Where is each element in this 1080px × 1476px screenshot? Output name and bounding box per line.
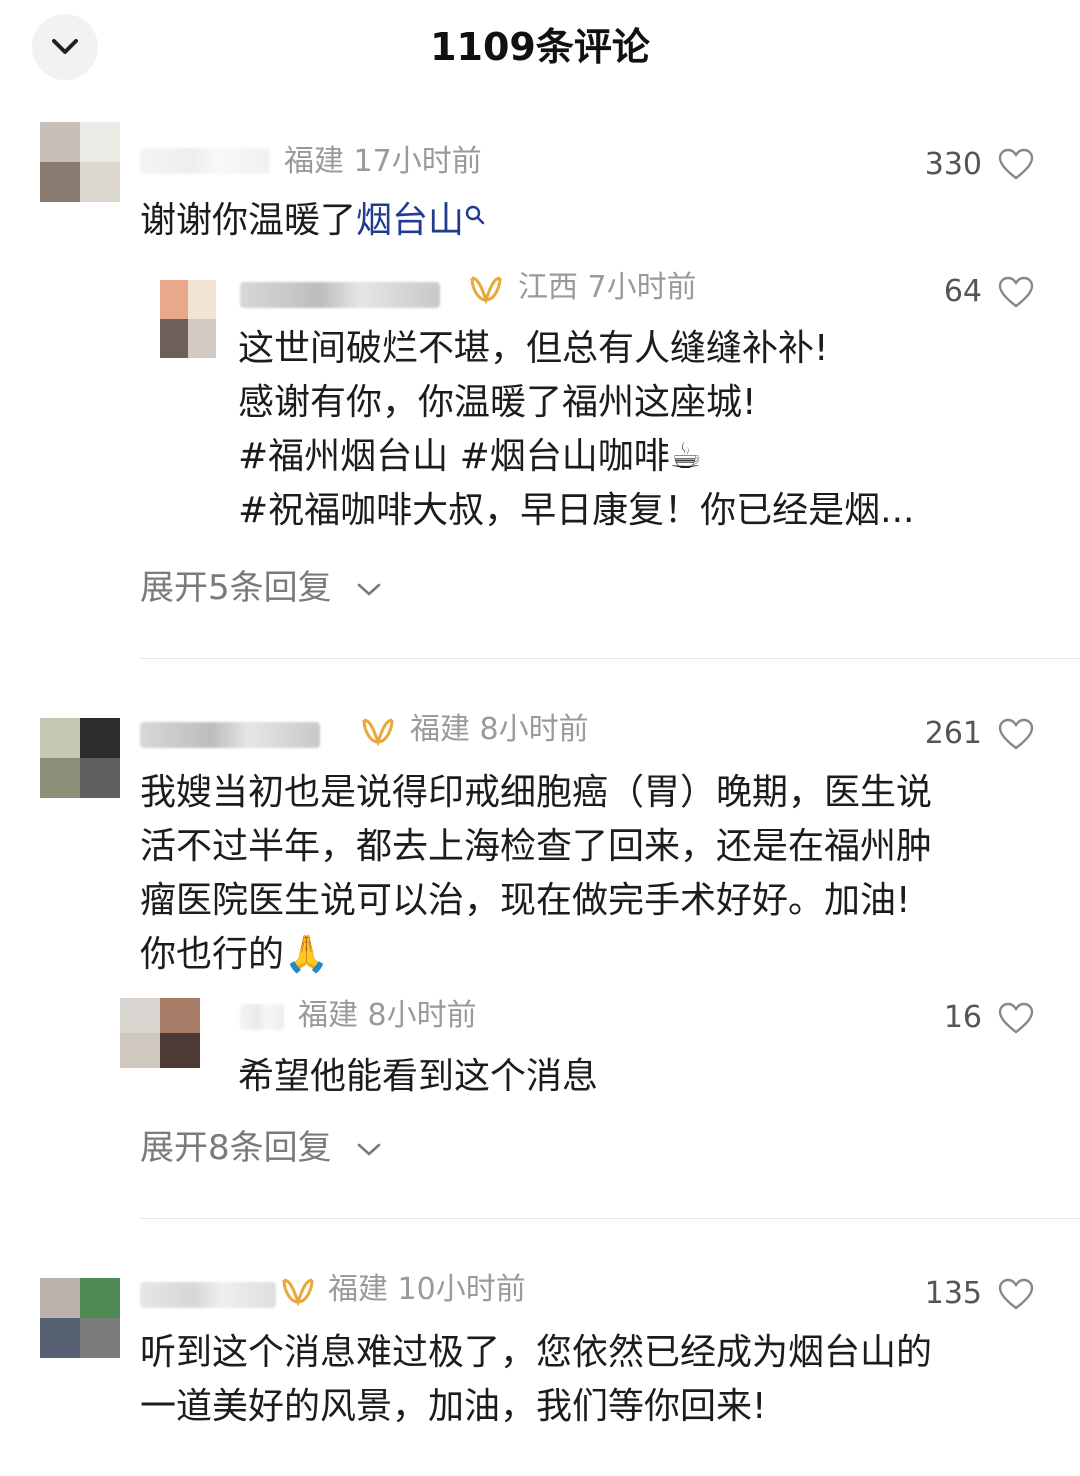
username[interactable] (140, 722, 320, 748)
fan-badge-icon (362, 718, 394, 746)
heart-outline-icon[interactable] (998, 1002, 1034, 1034)
reply-like-count: 64 (943, 274, 982, 309)
comment-meta: 福建 8小时前 (410, 712, 589, 747)
expand-replies-button[interactable]: 展开5条回复 (140, 566, 382, 610)
reply-avatar[interactable] (160, 280, 216, 358)
reply-avatar[interactable] (120, 998, 200, 1068)
chevron-down-icon (358, 583, 381, 596)
heart-outline-icon[interactable] (998, 148, 1034, 180)
avatar[interactable] (40, 1278, 120, 1358)
like-count: 261 (924, 716, 982, 751)
username[interactable] (140, 148, 270, 174)
reply-meta: 江西 7小时前 (518, 270, 697, 305)
like-count: 330 (924, 147, 982, 182)
topic-link[interactable]: 烟台山 (356, 200, 464, 241)
avatar[interactable] (40, 718, 120, 798)
comment-text: 谢谢你温暖了烟台山 (140, 194, 486, 248)
search-icon[interactable] (464, 204, 486, 226)
comment-text: 听到这个消息难过极了，您依然已经成为烟台山的 一道美好的风景，加油，我们等你回来… (140, 1332, 933, 1427)
fan-badge-icon (470, 276, 502, 304)
heart-outline-icon[interactable] (998, 718, 1034, 750)
heart-outline-icon[interactable] (998, 1278, 1034, 1310)
reply-meta: 福建 8小时前 (298, 998, 477, 1033)
reply-username[interactable] (240, 1004, 284, 1030)
expand-replies-button[interactable]: 展开8条回复 (140, 1126, 382, 1170)
username[interactable] (140, 1282, 276, 1308)
comment-meta: 福建 10小时前 (328, 1272, 526, 1307)
reply-text: 这世间破烂不堪，但总有人缝缝补补! 感谢有你，你温暖了福州这座城! #福州烟台山… (238, 328, 915, 531)
divider (140, 1218, 1080, 1219)
chevron-down-icon (358, 1143, 381, 1156)
page-title: 1109条评论 (430, 25, 650, 69)
reply-text: 希望他能看到这个消息 (238, 1056, 599, 1097)
fan-badge-icon (282, 1278, 314, 1306)
reply-like-count: 16 (943, 1000, 982, 1035)
avatar[interactable] (40, 122, 120, 202)
like-count: 135 (924, 1276, 982, 1311)
divider (140, 658, 1080, 659)
comment-meta: 福建 17小时前 (284, 144, 482, 179)
reply-username[interactable] (240, 282, 440, 308)
heart-outline-icon[interactable] (998, 276, 1034, 308)
comment-text: 我嫂当初也是说得印戒细胞癌（胃）晚期，医生说 活不过半年，都去上海检查了回来，还… (140, 772, 933, 975)
